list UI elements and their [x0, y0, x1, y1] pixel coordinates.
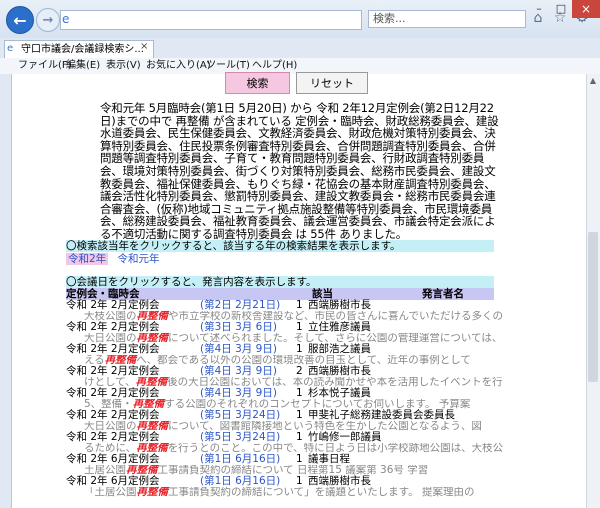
snippet-post: 工事請負契約の締結について」を議題といたします。 提案理由の — [168, 487, 475, 498]
row-date-link[interactable]: (第4日 3月 9日) — [200, 366, 296, 377]
row-session: 令和 2年 2月定例会 — [66, 365, 160, 377]
ie-logo-icon: e — [62, 12, 70, 26]
page-icon: e — [7, 43, 14, 54]
row-session: 令和 2年 6月定例会 — [66, 475, 160, 487]
row-speaker: 杉本悦子議員 — [308, 387, 371, 399]
scroll-thumb[interactable] — [588, 232, 598, 382]
row-session: 令和 2年 2月定例会 — [66, 299, 160, 311]
row-date-link[interactable]: (第1日 6月16日) — [200, 454, 296, 465]
row-number: 1 — [296, 453, 303, 465]
search-summary: 令和元年 5月臨時会(第1日 5月20日) から 令和 2年12月定例会(第2日… — [100, 101, 499, 241]
menu-help[interactable]: ヘルプ(H) — [252, 59, 297, 73]
snippet-pre: 「土居公園 — [84, 487, 137, 498]
row-session: 令和 2年 2月定例会 — [66, 431, 160, 443]
row-date-link[interactable]: (第5日 3月24日) — [200, 410, 296, 421]
menu-tools[interactable]: ツール(T) — [206, 59, 250, 73]
search-input[interactable]: 検索... — [368, 10, 526, 28]
browser-tab[interactable]: 守口市議会/会議録検索シ... — [4, 40, 154, 58]
year-link[interactable]: 令和元年 — [118, 253, 160, 265]
row-number: 1 — [296, 387, 303, 399]
row-speaker: 甲斐礼子総務建設委員会委員長 — [308, 409, 455, 421]
result-row: 令和 2年 2月定例会 (第5日 3月24日) 1 竹嶋修一郎議員 — [66, 432, 494, 443]
menu-edit[interactable]: 編集(E) — [66, 59, 100, 73]
header-speaker: 発言者名 — [422, 288, 464, 300]
row-number: 1 — [296, 431, 303, 443]
snippet-post: 工事請負契約の締結について 日程第15 議案第 36号 学習 — [157, 465, 429, 476]
result-row: 令和 2年 6月定例会 (第1日 6月16日) 1 議事日程 — [66, 454, 494, 465]
row-number: 1 — [296, 409, 303, 421]
snippet-post: へ、都会である以外の公園の環境改善の目玉として、近年の事例として — [136, 355, 471, 366]
maximize-button[interactable]: □ — [550, 0, 572, 18]
year-links: 令和2年 令和元年 — [66, 253, 160, 265]
back-arrow-icon[interactable]: ← — [6, 6, 34, 34]
row-number: 1 — [296, 343, 303, 355]
row-date-link[interactable]: (第5日 3月24日) — [200, 432, 296, 443]
row-speaker: 竹嶋修一郎議員 — [308, 431, 382, 443]
row-speaker: 西端勝樹市長 — [308, 365, 371, 377]
row-number: 2 — [296, 365, 303, 377]
result-row: 令和 2年 6月定例会 (第1日 6月16日) 1 西端勝樹市長 — [66, 476, 494, 487]
scroll-up-icon[interactable]: ▲ — [588, 76, 598, 86]
row-speaker: 服部浩之議員 — [308, 343, 371, 355]
row-number: 1 — [296, 299, 303, 311]
row-snippet: 「土居公園再整備工事請負契約の締結について」を議題といたします。 提案理由の — [84, 487, 504, 498]
row-speaker: 西端勝樹市長 — [308, 475, 371, 487]
address-bar[interactable] — [60, 10, 362, 30]
row-speaker: 立住雅彦議員 — [308, 321, 371, 333]
row-date-link[interactable]: (第2日 2月21日) — [200, 300, 296, 311]
result-row: 令和 2年 2月定例会 (第4日 3月 9日) 1 杉本悦子議員 — [66, 388, 494, 399]
reset-button[interactable]: リセット — [296, 72, 368, 94]
result-row: 令和 2年 2月定例会 (第5日 3月24日) 1 甲斐礼子総務建設委員会委員長 — [66, 410, 494, 421]
row-date-link[interactable]: (第1日 6月16日) — [200, 476, 296, 487]
result-row: 令和 2年 2月定例会 (第3日 3月 6日) 1 立住雅彦議員 — [66, 322, 494, 333]
left-margin — [0, 74, 12, 508]
result-row: 令和 2年 2月定例会 (第2日 2月21日) 1 西端勝樹市長 — [66, 300, 494, 311]
row-session: 令和 2年 2月定例会 — [66, 409, 160, 421]
year-link-selected[interactable]: 令和2年 — [66, 253, 109, 265]
row-session: 令和 2年 2月定例会 — [66, 343, 160, 355]
result-row: 令和 2年 2月定例会 (第4日 3月 9日) 1 服部浩之議員 — [66, 344, 494, 355]
menu-favorites[interactable]: お気に入り(A) — [146, 59, 211, 73]
close-tab-icon[interactable]: × — [140, 41, 148, 52]
row-speaker: 西端勝樹市長 — [308, 299, 371, 311]
row-session: 令和 2年 2月定例会 — [66, 321, 160, 333]
row-date-link[interactable]: (第3日 3月 6日) — [200, 322, 296, 333]
row-session: 令和 2年 6月定例会 — [66, 453, 160, 465]
row-date-link[interactable]: (第4日 3月 9日) — [200, 344, 296, 355]
snippet-highlight: 再整備 — [136, 487, 169, 498]
minimize-button[interactable]: – — [528, 0, 550, 18]
row-session: 令和 2年 2月定例会 — [66, 387, 160, 399]
forward-arrow-icon[interactable]: → — [36, 8, 60, 32]
row-number: 1 — [296, 321, 303, 333]
row-date-link[interactable]: (第4日 3月 9日) — [200, 388, 296, 399]
year-hint: 〇検索該当年をクリックすると、該当する年の検索結果を表示します。 — [66, 240, 494, 252]
close-window-button[interactable]: × — [572, 0, 600, 18]
menu-view[interactable]: 表示(V) — [106, 59, 141, 73]
search-button[interactable]: 検索 — [225, 72, 290, 94]
meeting-hint: 〇会議日をクリックすると、発言内容を表示します。 — [66, 276, 494, 288]
row-number: 1 — [296, 475, 303, 487]
menu-file[interactable]: ファイル(F) — [18, 59, 72, 73]
result-row: 令和 2年 2月定例会 (第4日 3月 9日) 2 西端勝樹市長 — [66, 366, 494, 377]
row-speaker: 議事日程 — [308, 453, 350, 465]
